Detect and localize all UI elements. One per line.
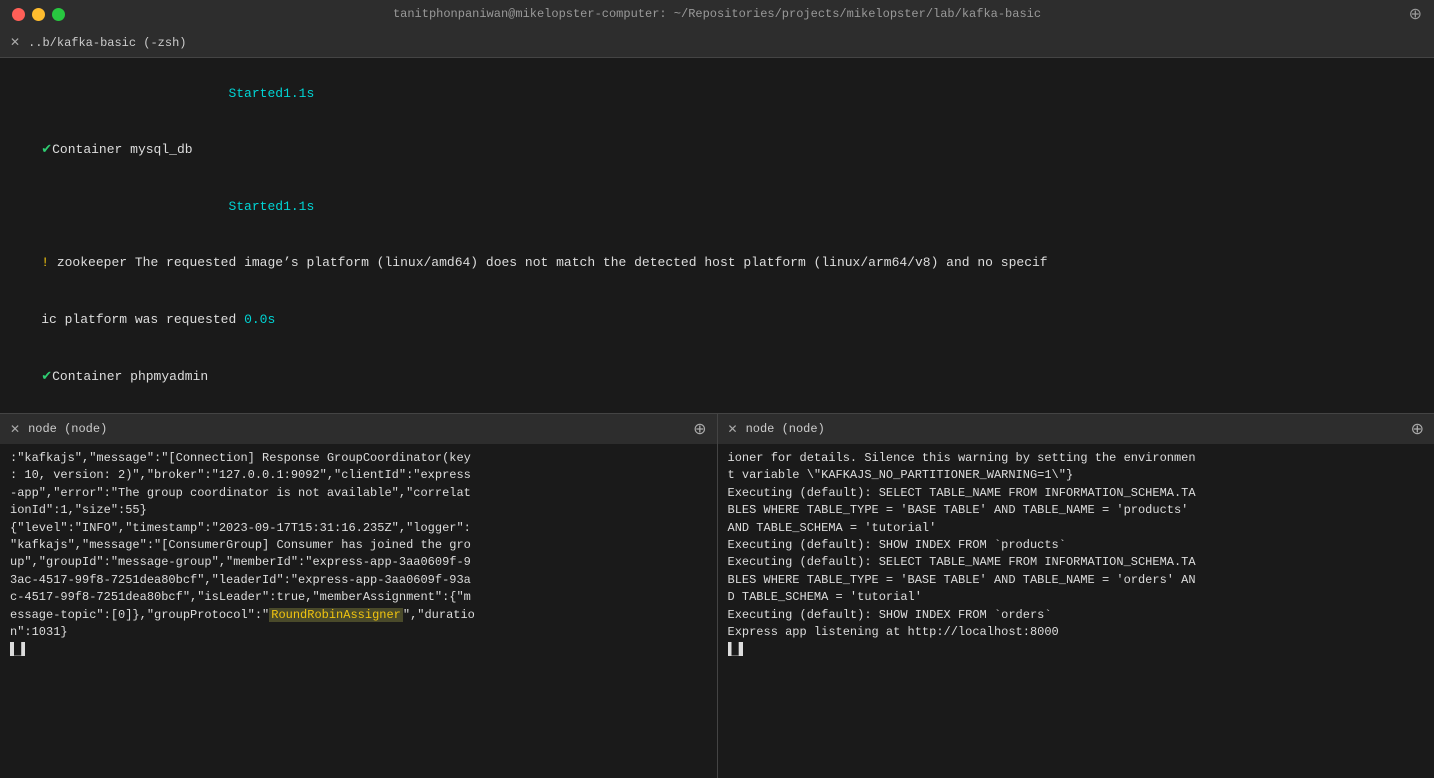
right-line-8: BLES WHERE TABLE_TYPE = 'BASE TABLE' AND… [728, 572, 1425, 589]
right-panel-tab-bar: ✕ node (node) ⊕ [718, 414, 1434, 444]
left-panel-tab-bar: ✕ node (node) ⊕ [0, 414, 717, 444]
bottom-panels: ✕ node (node) ⊕ :"kafkajs","message":"[C… [0, 413, 1434, 778]
started-line-2: Started1.1s [10, 179, 1424, 236]
main-terminal: Started1.1s ✔Container mysql_db Started1… [0, 58, 1434, 413]
left-panel-controls: ⊕ [693, 419, 706, 439]
left-line-1: :"kafkajs","message":"[Connection] Respo… [10, 450, 707, 467]
highlighted-protocol: RoundRobinAssigner [269, 608, 403, 622]
top-tab-bar: ✕ ..b/kafka-basic (-zsh) [0, 28, 1434, 58]
right-line-5: AND TABLE_SCHEMA = 'tutorial' [728, 520, 1425, 537]
left-line-8: 3ac-4517-99f8-7251dea80bcf","leaderId":"… [10, 572, 707, 589]
right-panel-tab-label[interactable]: node (node) [746, 422, 825, 436]
window-title: tanitphonpaniwan@mikelopster-computer: ~… [393, 7, 1041, 21]
left-panel: ✕ node (node) ⊕ :"kafkajs","message":"[C… [0, 414, 718, 778]
container-phpmyadmin-1: ✔Container phpmyadmin [10, 349, 1424, 406]
warning-zookeeper: ! zookeeper The requested image’s platfo… [10, 236, 1424, 293]
left-panel-close-icon[interactable]: ✕ [10, 422, 20, 437]
right-panel: ✕ node (node) ⊕ ioner for details. Silen… [718, 414, 1434, 778]
right-line-2: t variable \"KAFKAJS_NO_PARTITIONER_WARN… [728, 467, 1425, 484]
right-panel-tab-left: ✕ node (node) [728, 422, 825, 437]
blank-line-1 [10, 405, 1424, 413]
left-line-3: -app","error":"The group coordinator is … [10, 485, 707, 502]
window-titlebar: tanitphonpaniwan@mikelopster-computer: ~… [0, 0, 1434, 28]
started-line-1: Started1.1s [10, 66, 1424, 123]
window-controls-right: ⊕ [1409, 4, 1422, 24]
right-line-4: BLES WHERE TABLE_TYPE = 'BASE TABLE' AND… [728, 502, 1425, 519]
right-cursor: █ [728, 642, 743, 656]
right-cursor-line: █ [728, 641, 1425, 658]
traffic-lights [12, 8, 65, 21]
right-line-9: D TABLE_SCHEMA = 'tutorial' [728, 589, 1425, 606]
left-line-9: c-4517-99f8-7251dea80bcf","isLeader":tru… [10, 589, 707, 606]
top-tab-label[interactable]: ..b/kafka-basic (-zsh) [28, 36, 186, 50]
right-line-1: ioner for details. Silence this warning … [728, 450, 1425, 467]
right-line-10: Executing (default): SHOW INDEX FROM `or… [728, 607, 1425, 624]
warning-zookeeper-cont: ic platform was requested 0.0s [10, 292, 1424, 349]
right-panel-content: ioner for details. Silence this warning … [718, 444, 1434, 778]
right-line-7: Executing (default): SELECT TABLE_NAME F… [728, 554, 1425, 571]
right-line-3: Executing (default): SELECT TABLE_NAME F… [728, 485, 1425, 502]
right-panel-controls: ⊕ [1411, 419, 1424, 439]
left-line-11: n":1031} [10, 624, 707, 641]
container-mysql: ✔Container mysql_db [10, 123, 1424, 180]
left-panel-tab-label[interactable]: node (node) [28, 422, 107, 436]
left-line-5: {"level":"INFO","timestamp":"2023-09-17T… [10, 520, 707, 537]
left-line-2: : 10, version: 2)","broker":"127.0.0.1:9… [10, 467, 707, 484]
left-panel-tab-left: ✕ node (node) [10, 422, 107, 437]
minimize-button[interactable] [32, 8, 45, 21]
close-button[interactable] [12, 8, 25, 21]
left-line-4: ionId":1,"size":55} [10, 502, 707, 519]
left-line-6: "kafkajs","message":"[ConsumerGroup] Con… [10, 537, 707, 554]
left-line-10: essage-topic":[0]},"groupProtocol":"Roun… [10, 607, 707, 624]
left-line-12: █ [10, 641, 707, 658]
right-line-6: Executing (default): SHOW INDEX FROM `pr… [728, 537, 1425, 554]
tab-close-icon[interactable]: ✕ [10, 35, 20, 50]
left-cursor: █ [10, 642, 25, 656]
maximize-button[interactable] [52, 8, 65, 21]
left-line-7: up","groupId":"message-group","memberId"… [10, 554, 707, 571]
right-panel-close-icon[interactable]: ✕ [728, 422, 738, 437]
right-line-11: Express app listening at http://localhos… [728, 624, 1425, 641]
left-panel-content: :"kafkajs","message":"[Connection] Respo… [0, 444, 717, 778]
